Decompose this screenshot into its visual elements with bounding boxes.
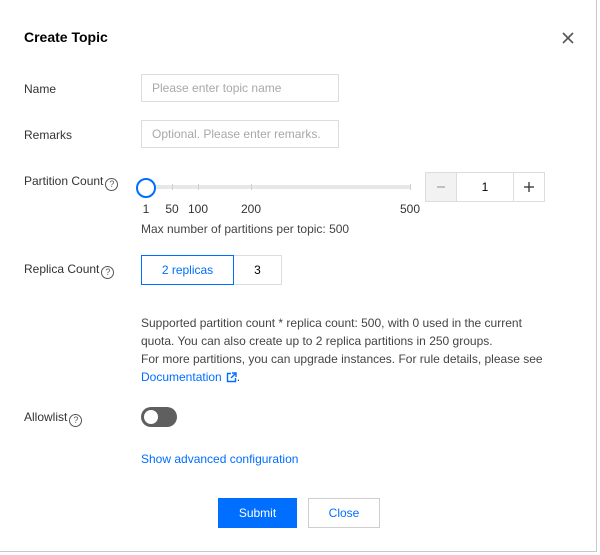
replica-info-line: For more partitions, you can upgrade ins… [141,352,543,366]
question-circle-icon[interactable]: ? [105,178,119,191]
decrement-button[interactable] [426,173,457,201]
partition-count-label: Partition Count? [24,174,119,191]
documentation-link[interactable]: Documentation [141,370,222,384]
slider-tick [410,184,411,190]
dialog: Create Topic Name Remarks Partition Coun… [0,0,597,552]
dialog-title: Create Topic [24,29,108,45]
increment-button[interactable] [513,173,544,201]
replica-info: Supported partition count * replica coun… [141,314,543,388]
slider-tick-label: 500 [399,202,421,216]
slider-tick [172,184,173,190]
slider-tick-label: 50 [165,202,179,216]
allowlist-label: Allowlist? [24,410,83,427]
allowlist-toggle[interactable] [141,407,177,427]
external-link-icon[interactable] [226,370,237,388]
doc-suffix: . [236,370,241,384]
toggle-knob [144,410,158,424]
remarks-input[interactable] [141,120,339,148]
question-circle-icon[interactable]: ? [101,266,115,279]
question-circle-icon[interactable]: ? [69,414,83,427]
minus-icon [437,186,445,188]
plus-icon [524,182,534,192]
name-label: Name [24,82,57,96]
remarks-label: Remarks [24,128,73,142]
replica-info-doc: Documentation . [141,368,543,388]
close-button[interactable]: Close [308,498,380,528]
replica-info-line: Supported partition count * replica coun… [141,316,522,330]
partition-count-stepper: 1 [425,172,545,202]
show-advanced-config-link[interactable]: Show advanced configuration [141,452,298,466]
slider-tick-label: 1 [142,202,150,216]
partition-slider-handle[interactable] [136,178,156,198]
topic-name-input[interactable] [141,74,339,102]
partition-limit-hint: Max number of partitions per topic: 500 [141,222,350,236]
replica-count-label-text: Replica Count [24,262,100,276]
replica-count-label: Replica Count? [24,262,115,279]
slider-tick [198,184,199,190]
replica-option-3[interactable]: 3 [233,255,282,285]
partition-slider-track[interactable] [146,185,410,189]
partition-count-label-text: Partition Count [24,174,104,188]
slider-tick-label: 200 [240,202,262,216]
partition-count-value[interactable]: 1 [457,173,513,201]
replica-info-line: quota. You can also create up to 2 repli… [141,334,493,348]
slider-tick [251,184,252,190]
submit-button[interactable]: Submit [218,498,297,528]
close-icon[interactable] [558,28,578,48]
replica-option-2[interactable]: 2 replicas [141,255,234,285]
allowlist-label-text: Allowlist [24,410,68,424]
slider-tick-label: 100 [187,202,209,216]
